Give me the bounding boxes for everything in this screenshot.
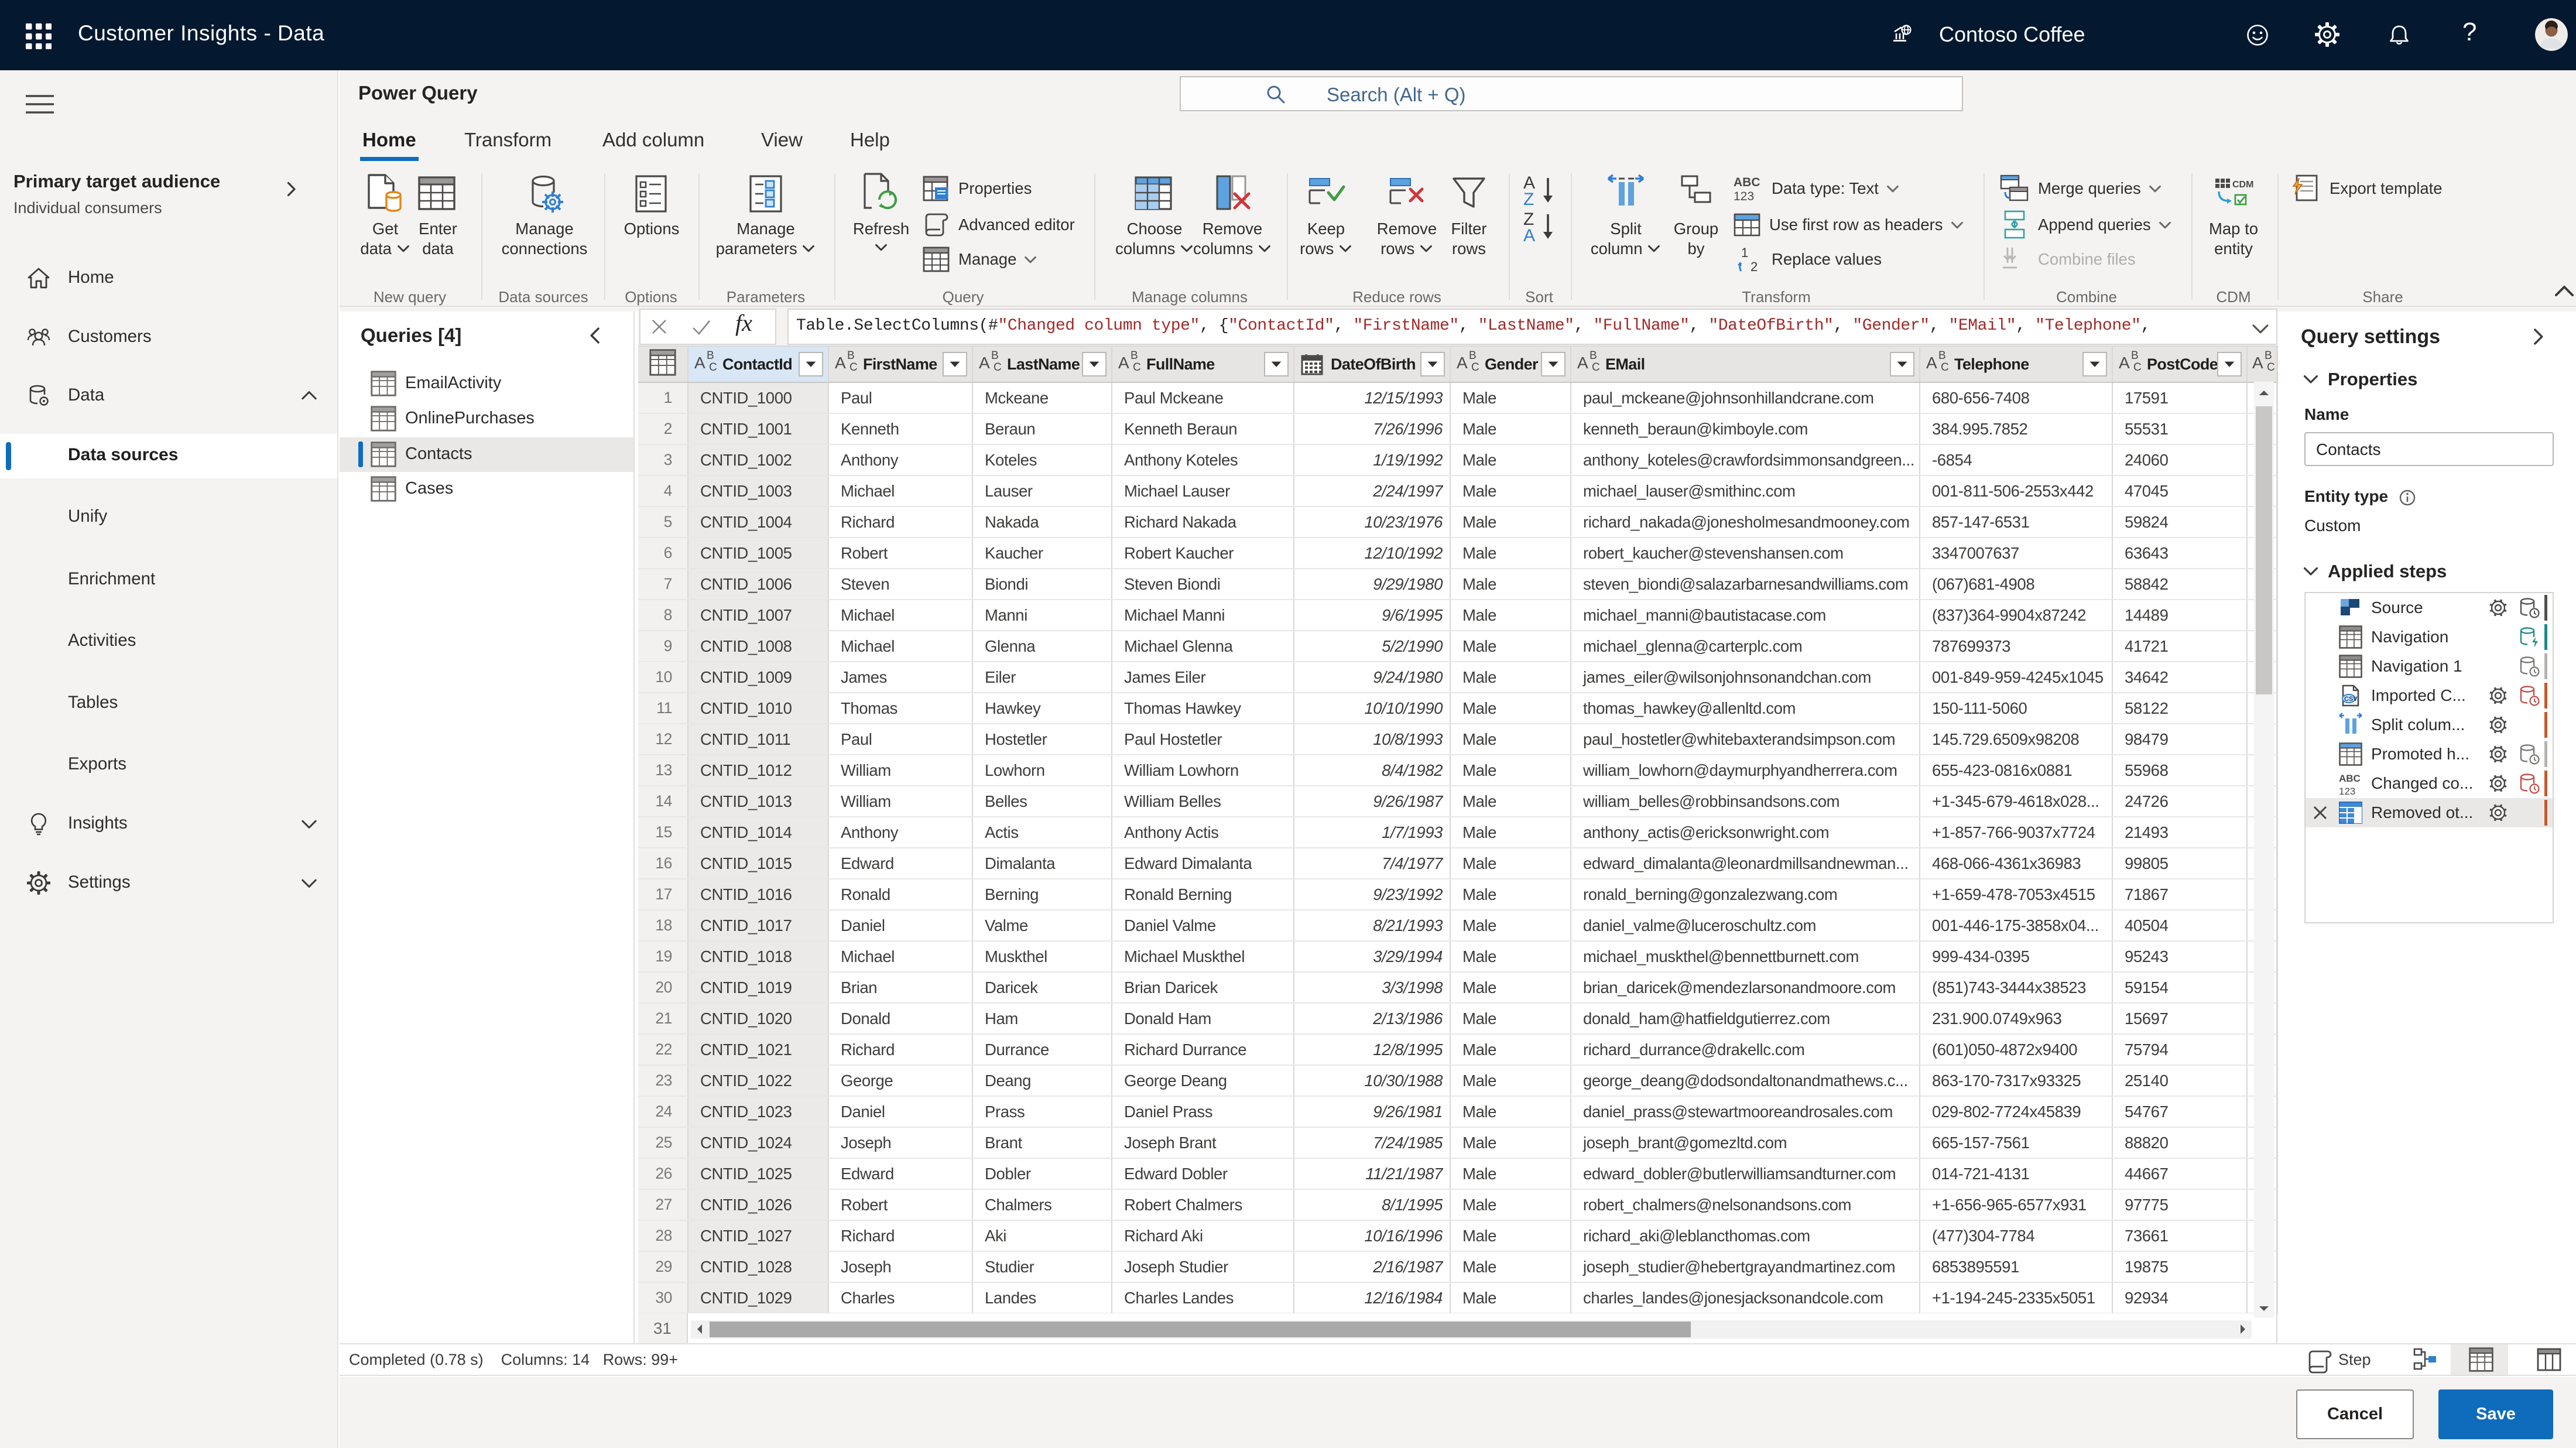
svg-text:ABC: ABC [1734,176,1760,189]
svg-text:Z: Z [1523,190,1534,205]
svg-text:CDM: CDM [2232,180,2253,190]
svg-text:1: 1 [1741,245,1748,260]
svg-text:123: 123 [1734,190,1754,203]
svg-text:2: 2 [1751,259,1758,274]
svg-text:123: 123 [2339,786,2355,797]
svg-text:ABC: ABC [2339,773,2361,784]
svg-text:A: A [1523,226,1535,241]
svg-text:CSV: CSV [2344,696,2358,703]
